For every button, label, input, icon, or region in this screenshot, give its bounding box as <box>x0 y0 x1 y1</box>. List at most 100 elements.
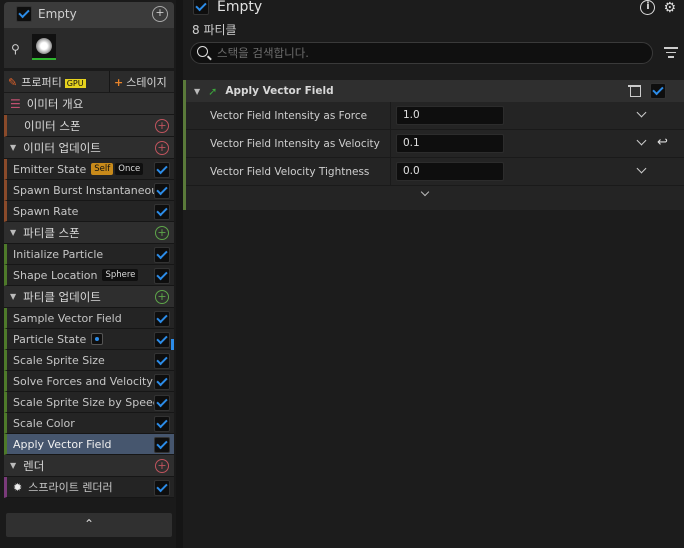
module-label: Emitter State <box>13 162 87 176</box>
module-solve-forces[interactable]: Solve Forces and Velocity <box>4 371 174 392</box>
module-initialize-particle[interactable]: Initialize Particle <box>4 244 174 265</box>
module-sample-vector-field[interactable]: Sample Vector Field <box>4 308 174 329</box>
chevron-down-icon[interactable] <box>636 107 647 118</box>
module-enable-checkbox[interactable] <box>154 416 170 432</box>
stack-group-emitter-spawn[interactable]: 이미터 스폰 + <box>4 115 174 137</box>
module-scale-sprite-size-by-speed[interactable]: Scale Sprite Size by Speed <box>4 392 174 413</box>
chevron-down-icon[interactable] <box>636 163 647 174</box>
search-input[interactable] <box>217 45 637 61</box>
module-enable-checkbox[interactable] <box>154 395 170 411</box>
module-enable-checkbox[interactable] <box>650 83 666 99</box>
stack-group-emitter-update[interactable]: ▼ 이미터 업데이트 + <box>4 137 174 159</box>
caret-down-icon: ▼ <box>10 143 17 152</box>
property-name: Vector Field Intensity as Force <box>186 102 391 129</box>
sprite-renderer-icon: ✹ <box>13 480 23 494</box>
module-label: 스프라이트 렌더러 <box>28 481 113 494</box>
module-label: Shape Location <box>13 268 98 282</box>
add-module-icon[interactable]: + <box>155 290 169 304</box>
module-sprite-renderer[interactable]: ✹ 스프라이트 렌더러 <box>4 477 174 498</box>
reset-icon[interactable]: ↩ <box>657 135 668 150</box>
module-details: ▼ ➚ Apply Vector Field Vector Field Inte… <box>183 80 684 210</box>
property-value-field[interactable]: 1.0 <box>396 106 504 125</box>
add-module-icon[interactable]: + <box>155 119 169 133</box>
module-enable-checkbox[interactable] <box>154 162 170 178</box>
stack-search <box>190 42 653 64</box>
module-enable-checkbox[interactable] <box>154 480 170 496</box>
module-label: Scale Sprite Size by Speed <box>13 395 160 409</box>
module-particle-state[interactable]: Particle State <box>4 329 174 350</box>
property-value-field[interactable]: 0.0 <box>396 162 504 181</box>
pin-icon[interactable]: ⚲ <box>11 42 20 56</box>
group-label: 파티클 스폰 <box>23 225 80 240</box>
add-module-icon[interactable]: + <box>155 459 169 473</box>
module-label: Scale Sprite Size <box>13 353 105 367</box>
filter-icon[interactable] <box>664 47 678 61</box>
details-toolbar: i ⚙ <box>640 0 676 16</box>
caret-down-icon: ▼ <box>10 292 17 301</box>
stack-group-render[interactable]: ▼ 렌더 + <box>4 455 174 477</box>
particle-state-icon <box>91 333 104 345</box>
selection-indicator <box>171 339 174 350</box>
module-enable-checkbox[interactable] <box>154 204 170 220</box>
emitter-menu-icon[interactable]: + <box>152 6 168 22</box>
caret-down-icon: ▼ <box>10 461 17 470</box>
add-stage-button[interactable]: + 스테이지 <box>110 71 174 92</box>
module-label: Particle State <box>13 332 87 346</box>
module-enable-checkbox[interactable] <box>154 374 170 390</box>
property-row: Vector Field Velocity Tightness 0.0 <box>186 158 684 186</box>
add-module-icon[interactable]: + <box>155 226 169 240</box>
module-label: Scale Color <box>13 416 75 430</box>
add-module-icon[interactable]: + <box>155 141 169 155</box>
module-enable-checkbox[interactable] <box>154 247 170 263</box>
stack-group-particle-update[interactable]: ▼ 파티클 업데이트 + <box>4 286 174 308</box>
stack-group-particle-spawn[interactable]: ▼ 파티클 스폰 + <box>4 222 174 244</box>
property-name: Vector Field Intensity as Velocity <box>186 130 391 157</box>
sphere-tag: Sphere <box>102 269 139 281</box>
chevron-down-icon[interactable] <box>636 135 647 146</box>
module-apply-vector-field[interactable]: Apply Vector Field <box>4 434 174 455</box>
trash-icon[interactable] <box>628 84 641 97</box>
emitter-tabs: ✎ 프로퍼티 GPU + 스테이지 <box>4 71 174 92</box>
pencil-icon: ✎ <box>8 76 18 89</box>
module-enable-checkbox[interactable] <box>154 268 170 284</box>
module-label: Initialize Particle <box>13 247 104 261</box>
emitter-thumbnail-row: ⚲ <box>4 28 174 68</box>
property-row: Vector Field Intensity as Force 1.0 <box>186 102 684 130</box>
collapse-button[interactable]: ⌃ <box>6 513 172 537</box>
property-name: Vector Field Velocity Tightness <box>186 158 391 185</box>
group-label: 파티클 업데이트 <box>23 289 101 304</box>
emitter-enable-checkbox[interactable] <box>193 0 209 15</box>
module-scale-color[interactable]: Scale Color <box>4 413 174 434</box>
list-icon: ☰ <box>10 96 21 111</box>
caret-down-icon: ▼ <box>194 86 201 96</box>
module-enable-checkbox[interactable] <box>154 332 170 348</box>
particle-count: 8 파티클 <box>192 23 237 37</box>
gear-icon[interactable]: ⚙ <box>663 0 676 16</box>
show-advanced-button[interactable] <box>186 186 684 206</box>
property-value-field[interactable]: 0.1 <box>396 134 504 153</box>
module-enable-checkbox[interactable] <box>154 437 170 453</box>
module-spawn-burst[interactable]: Spawn Burst Instantaneous <box>4 180 174 201</box>
stack-list: ☰ 이미터 개요 이미터 스폰 + ▼ 이미터 업데이트 + Emitter S… <box>4 93 174 498</box>
details-header: Empty <box>193 0 262 15</box>
module-enable-checkbox[interactable] <box>154 183 170 199</box>
module-enable-checkbox[interactable] <box>154 353 170 369</box>
emitter-thumbnail[interactable] <box>32 34 56 60</box>
emitter-enable-checkbox[interactable] <box>16 6 32 22</box>
module-spawn-rate[interactable]: Spawn Rate <box>4 201 174 222</box>
module-shape-location[interactable]: Shape Location Sphere <box>4 265 174 286</box>
add-stage-label: 스테이지 <box>126 76 167 89</box>
module-label: Solve Forces and Velocity <box>13 374 153 388</box>
module-enable-checkbox[interactable] <box>154 311 170 327</box>
stack-group-overview[interactable]: ☰ 이미터 개요 <box>4 93 174 115</box>
emitter-name[interactable]: Empty <box>38 7 77 21</box>
module-header[interactable]: ▼ ➚ Apply Vector Field <box>186 80 684 102</box>
info-icon[interactable]: i <box>640 0 656 15</box>
module-emitter-state[interactable]: Emitter State Self Once <box>4 159 174 180</box>
group-label: 이미터 업데이트 <box>23 140 101 155</box>
gpu-badge: GPU <box>64 79 86 88</box>
tab-properties-label: 프로퍼티 <box>21 76 62 89</box>
module-scale-sprite-size[interactable]: Scale Sprite Size <box>4 350 174 371</box>
details-panel: Empty i ⚙ 8 파티클 ▼ ➚ Apply Vector Field V… <box>183 0 684 548</box>
tab-properties[interactable]: ✎ 프로퍼티 GPU <box>4 71 110 92</box>
